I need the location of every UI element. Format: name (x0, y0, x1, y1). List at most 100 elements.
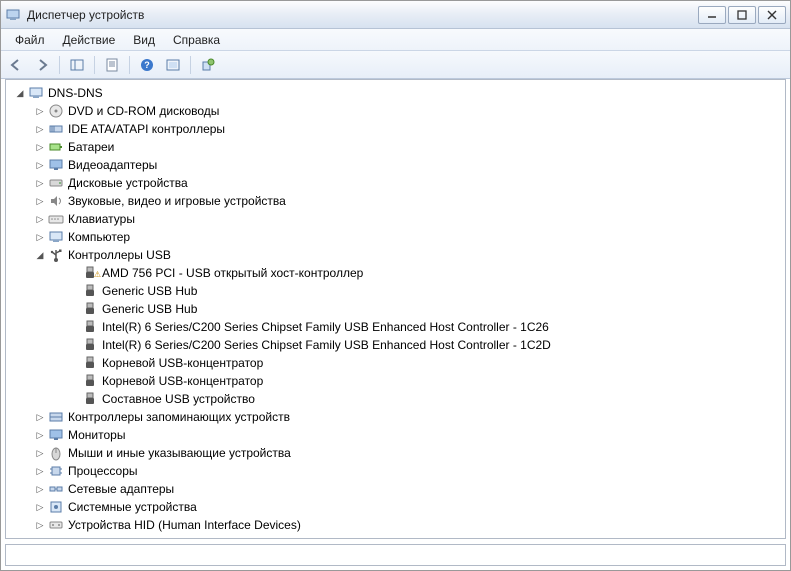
tree-category-cmp[interactable]: ▷Компьютер (8, 228, 783, 246)
expander-closed-icon[interactable]: ▷ (34, 213, 46, 225)
tree-category-hid[interactable]: ▷ Устройства HID (Human Interface Devices… (8, 516, 783, 534)
help-button[interactable]: ? (136, 54, 158, 76)
expander-closed-icon[interactable]: ▷ (34, 159, 46, 171)
tree-category-label: Процессоры (68, 462, 138, 480)
expander-closed-icon[interactable]: ▷ (34, 231, 46, 243)
expander-closed-icon[interactable]: ▷ (34, 411, 46, 423)
tree-category-snd[interactable]: ▷Звуковые, видео и игровые устройства (8, 192, 783, 210)
tree-device-item[interactable]: Generic USB Hub (8, 282, 783, 300)
tree-category-dsk[interactable]: ▷ Дисковые устройства (8, 174, 783, 192)
tree-category-dvd[interactable]: ▷ DVD и CD-ROM дисководы (8, 102, 783, 120)
toolbar: ? (1, 51, 790, 79)
monitor-icon (48, 427, 64, 443)
tree-category-sys[interactable]: ▷ Системные устройства (8, 498, 783, 516)
disc-icon (48, 103, 64, 119)
tree-device-label: Корневой USB-концентратор (102, 372, 263, 390)
keyboard-icon (48, 211, 64, 227)
usb-icon (48, 247, 64, 263)
tree-root-node[interactable]: ◢ DNS-DNS (8, 84, 783, 102)
minimize-button[interactable] (698, 6, 726, 24)
usb-plug-icon (82, 355, 98, 371)
tree-category-label: Устройства HID (Human Interface Devices) (68, 516, 301, 534)
tree-device-item[interactable]: Корневой USB-концентратор (8, 372, 783, 390)
storage-icon (48, 409, 64, 425)
usb-plug-icon (82, 319, 98, 335)
device-tree: ◢DNS-DNS▷DVD и CD-ROM дисководы▷IDE ATA/… (8, 84, 783, 534)
expander-none (68, 357, 80, 369)
tree-category-label: Системные устройства (68, 498, 197, 516)
device-tree-panel[interactable]: ◢DNS-DNS▷DVD и CD-ROM дисководы▷IDE ATA/… (5, 79, 786, 539)
expander-closed-icon[interactable]: ▷ (34, 501, 46, 513)
tree-device-item[interactable]: AMD 756 PCI - USB открытый хост-контролл… (8, 264, 783, 282)
tree-category-mon[interactable]: ▷Мониторы (8, 426, 783, 444)
tree-category-stor[interactable]: ▷Контроллеры запоминающих устройств (8, 408, 783, 426)
network-icon (48, 481, 64, 497)
expander-closed-icon[interactable]: ▷ (34, 465, 46, 477)
usb-plug-icon (82, 391, 98, 407)
expander-closed-icon[interactable]: ▷ (34, 447, 46, 459)
drive-icon (48, 175, 64, 191)
tree-category-label: Видеоадаптеры (68, 156, 157, 174)
tree-category-cpu[interactable]: ▷ Процессоры (8, 462, 783, 480)
maximize-button[interactable] (728, 6, 756, 24)
tree-category-vid[interactable]: ▷ Видеоадаптеры (8, 156, 783, 174)
tree-device-label: Составное USB устройство (102, 390, 255, 408)
tree-category-kbd[interactable]: ▷Клавиатуры (8, 210, 783, 228)
properties-button[interactable] (101, 54, 123, 76)
usb-plug-icon (82, 283, 98, 299)
forward-button[interactable] (31, 54, 53, 76)
expander-closed-icon[interactable]: ▷ (34, 519, 46, 531)
menu-help[interactable]: Справка (165, 31, 228, 49)
expander-closed-icon[interactable]: ▷ (34, 483, 46, 495)
computer-icon (48, 229, 64, 245)
window-title: Диспетчер устройств (27, 8, 698, 22)
expander-closed-icon[interactable]: ▷ (34, 429, 46, 441)
tree-device-label: Generic USB Hub (102, 300, 197, 318)
tree-device-item[interactable]: Generic USB Hub (8, 300, 783, 318)
menu-action[interactable]: Действие (55, 31, 124, 49)
expander-closed-icon[interactable]: ▷ (34, 105, 46, 117)
tree-device-item[interactable]: Корневой USB-концентратор (8, 354, 783, 372)
expander-none (68, 393, 80, 405)
tree-device-label: AMD 756 PCI - USB открытый хост-контролл… (102, 264, 363, 282)
tree-category-label: Сетевые адаптеры (68, 480, 174, 498)
tree-category-label: DVD и CD-ROM дисководы (68, 102, 219, 120)
close-button[interactable] (758, 6, 786, 24)
tree-device-item[interactable]: Intel(R) 6 Series/C200 Series Chipset Fa… (8, 336, 783, 354)
update-driver-button[interactable] (197, 54, 219, 76)
expander-open-icon[interactable]: ◢ (14, 87, 26, 99)
expander-closed-icon[interactable]: ▷ (34, 123, 46, 135)
usb-plug-icon (82, 337, 98, 353)
scan-hardware-button[interactable] (162, 54, 184, 76)
expander-none (68, 285, 80, 297)
menu-view[interactable]: Вид (125, 31, 163, 49)
expander-closed-icon[interactable]: ▷ (34, 177, 46, 189)
show-hide-tree-button[interactable] (66, 54, 88, 76)
svg-text:?: ? (144, 60, 150, 70)
tree-category-mse[interactable]: ▷Мыши и иные указывающие устройства (8, 444, 783, 462)
tree-category-label: Дисковые устройства (68, 174, 188, 192)
tree-device-label: Корневой USB-концентратор (102, 354, 263, 372)
expander-none (68, 303, 80, 315)
tree-category-net[interactable]: ▷ Сетевые адаптеры (8, 480, 783, 498)
expander-closed-icon[interactable]: ▷ (34, 195, 46, 207)
expander-open-icon[interactable]: ◢ (34, 249, 46, 261)
tree-category-label: IDE ATA/ATAPI контроллеры (68, 120, 225, 138)
menu-file[interactable]: Файл (7, 31, 53, 49)
statusbar (5, 544, 786, 566)
cpu-icon (48, 463, 64, 479)
tree-root-label: DNS-DNS (48, 84, 103, 102)
tree-device-item[interactable]: Intel(R) 6 Series/C200 Series Chipset Fa… (8, 318, 783, 336)
titlebar: Диспетчер устройств (1, 1, 790, 29)
tree-category-usb[interactable]: ◢Контроллеры USB (8, 246, 783, 264)
back-button[interactable] (5, 54, 27, 76)
usb-plug-icon (82, 373, 98, 389)
expander-closed-icon[interactable]: ▷ (34, 141, 46, 153)
tree-device-item[interactable]: Составное USB устройство (8, 390, 783, 408)
usb-plug-icon (82, 301, 98, 317)
tree-category-label: Батареи (68, 138, 114, 156)
tree-category-bat[interactable]: ▷ Батареи (8, 138, 783, 156)
toolbar-separator (190, 56, 191, 74)
tree-category-ide[interactable]: ▷ IDE ATA/ATAPI контроллеры (8, 120, 783, 138)
window-buttons (698, 6, 786, 24)
